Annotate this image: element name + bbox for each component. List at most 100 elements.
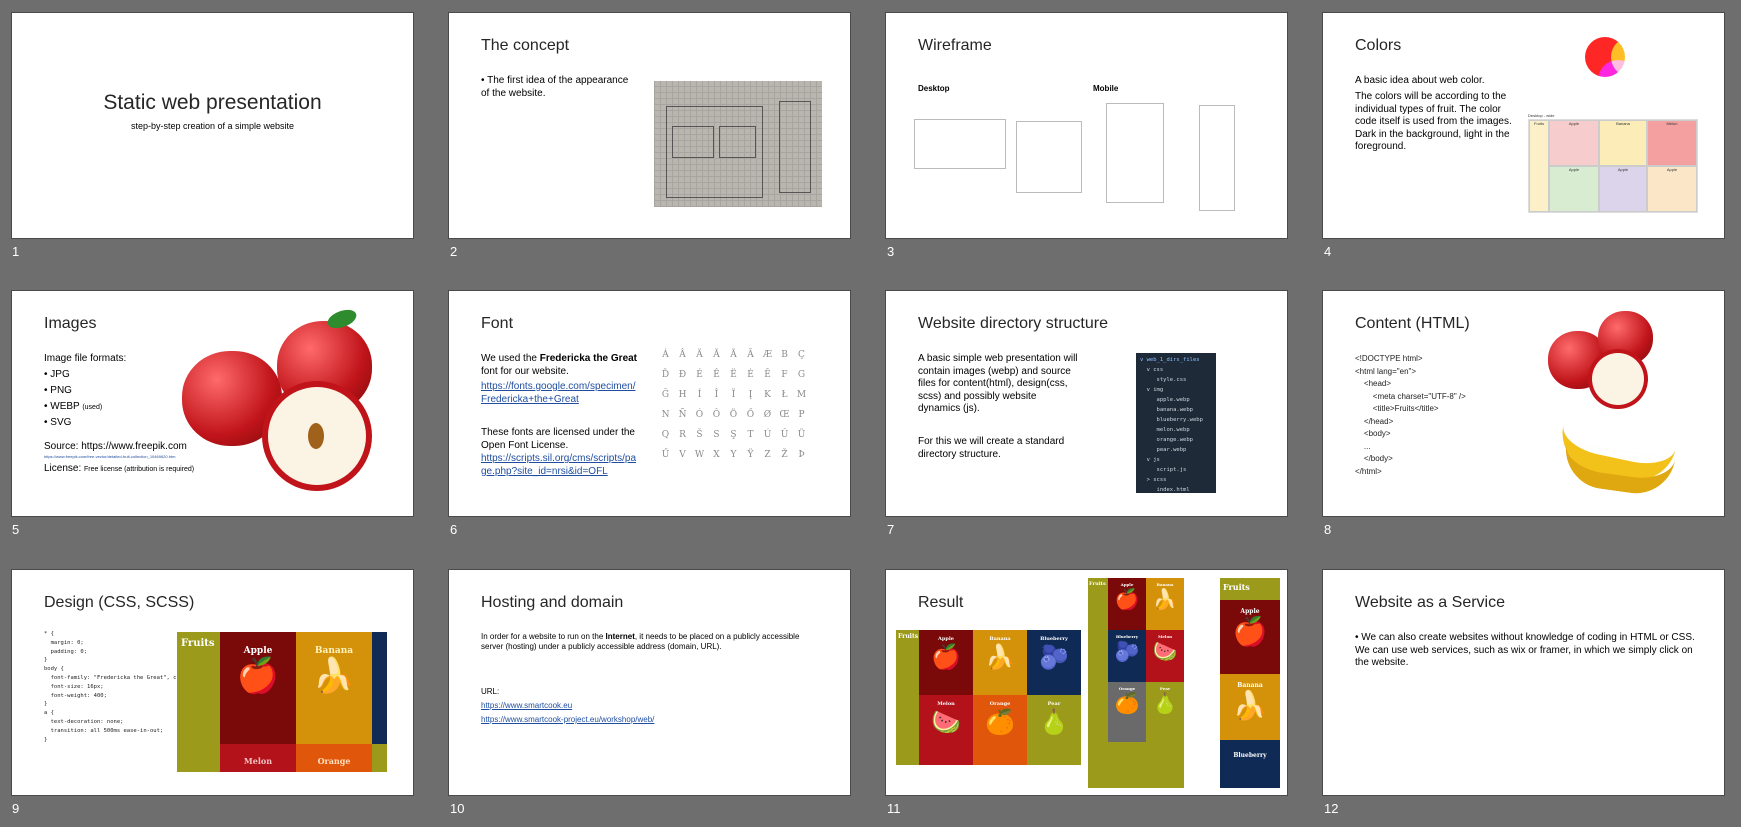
- tree-item: pear.webp: [1140, 447, 1187, 453]
- url-link-2[interactable]: https://www.smartcook-project.eu/worksho…: [481, 715, 654, 725]
- url-link-1[interactable]: https://www.smartcook.eu: [481, 701, 572, 711]
- mid-blueberry: Blueberry 🫐: [1108, 630, 1146, 682]
- narrow-blueberry: Blueberry: [1220, 740, 1280, 788]
- glyph-char: N: [661, 410, 670, 420]
- license-text: These fonts are licensed under the Open …: [481, 427, 635, 451]
- hosting-text-a: In order for a website to run on the: [481, 632, 606, 641]
- glyph-char: V: [679, 450, 686, 460]
- ofl-link[interactable]: https://scripts.sil.org/cms/scripts/page…: [481, 453, 641, 478]
- orange-icon: 🍊: [985, 707, 1015, 736]
- wide-blueberry: Blueberry 🫐: [1027, 630, 1081, 695]
- slide-1-thumbnail[interactable]: Static web presentation step-by-step cre…: [11, 12, 414, 239]
- slide-7-thumbnail[interactable]: Website directory structure A basic simp…: [885, 290, 1288, 517]
- slide-10-thumbnail[interactable]: Hosting and domain In order for a websit…: [448, 569, 851, 796]
- wide-orange: Orange 🍊: [973, 695, 1027, 765]
- license-value: Free license (attribution is required): [84, 466, 195, 473]
- glyph-char: T: [747, 430, 754, 440]
- glyph-char: Š: [696, 430, 703, 440]
- slide-title: Font: [481, 315, 514, 332]
- slide-bullet: • We can also create websites without kn…: [1355, 632, 1695, 668]
- font-text-c: font for our website.: [481, 365, 569, 377]
- directory-tree: v web_1_dirs_files v css style.css v img…: [1136, 353, 1216, 493]
- preview-fruits: Fruits: [177, 632, 220, 772]
- google-fonts-link[interactable]: https://fonts.google.com/specimen/Freder…: [481, 381, 641, 406]
- glyph-char: Ú: [763, 430, 772, 440]
- source-link[interactable]: https://www.freepik.com/free-vector/deta…: [44, 454, 204, 459]
- mid-orange: Orange 🍊: [1108, 682, 1146, 742]
- wireframe-desktop: [914, 119, 1006, 169]
- narrow-label-fruits: Fruits: [1223, 582, 1250, 592]
- wide-label-fruits: Fruits: [898, 633, 919, 640]
- result-narrow: Fruits Apple 🍎 Banana 🍌 Blueberry: [1220, 578, 1280, 788]
- format-jpg: • JPG: [44, 369, 70, 380]
- result-mid: Fruits Apple 🍎 Banana 🍌 Blueberry 🫐 Melon 🍉 …: [1088, 578, 1184, 788]
- slide-title: Website directory structure: [918, 315, 1108, 332]
- slide-title: The concept: [481, 37, 570, 54]
- design-preview: Fruits Apple 🍎 Banana 🍌 Melon Orange: [177, 632, 387, 772]
- slide-4-thumbnail[interactable]: Colors A basic idea about web color. The…: [1322, 12, 1725, 239]
- slide-number: 6: [450, 522, 458, 537]
- font-name: Fredericka the Great: [539, 353, 638, 364]
- glyph-char: Q: [661, 430, 670, 440]
- slide-number: 9: [12, 801, 20, 816]
- glyph-char: Ł: [781, 390, 788, 400]
- font-paragraph: We used the Fredericka the Great font fo…: [481, 353, 646, 378]
- glyph-char: Ô: [712, 410, 721, 420]
- slide-number: 12: [1324, 801, 1339, 816]
- banana-icon: 🍌: [1232, 689, 1268, 722]
- blueberry-icon: 🫐: [1039, 642, 1069, 671]
- slide-3-thumbnail[interactable]: Wireframe Desktop Mobile: [885, 12, 1288, 239]
- apple-image: [182, 306, 392, 511]
- glyph-char: Ē: [764, 370, 771, 380]
- glyph-char: Ā: [747, 350, 754, 360]
- tree-item: script.js: [1140, 467, 1187, 473]
- glyph-char: F: [781, 370, 788, 380]
- glyph-char: Ű: [661, 450, 670, 460]
- slide-8-thumbnail[interactable]: Content (HTML) <!DOCTYPE html> <html lan…: [1322, 290, 1725, 517]
- slide-9-thumbnail[interactable]: Design (CSS, SCSS) * { margin: 0; paddin…: [11, 569, 414, 796]
- preview-melon: Melon: [220, 744, 296, 772]
- slide-number: 10: [450, 801, 465, 816]
- glyph-char: G: [797, 370, 806, 380]
- slide-title: Static web presentation: [103, 91, 322, 114]
- format-webp-row: • WEBP (used): [44, 401, 102, 414]
- slide-number: 1: [12, 244, 20, 259]
- preview-banana: Banana 🍌: [296, 632, 372, 744]
- label-melon: Melon: [243, 756, 273, 766]
- preview-apple: Apple 🍎: [220, 632, 296, 744]
- slide-5-thumbnail[interactable]: Images Image file formats: • JPG • PNG •…: [11, 290, 414, 517]
- format-svg: • SVG: [44, 417, 72, 428]
- slide-number: 11: [887, 801, 901, 816]
- slide-6-thumbnail[interactable]: Font We used the Fredericka the Great fo…: [448, 290, 851, 517]
- wide-fruits: Fruits: [896, 630, 919, 765]
- slide-number: 4: [1324, 244, 1332, 259]
- glyph-char: Í: [697, 390, 702, 400]
- tree-item: index.html: [1140, 487, 1190, 493]
- wireframe-mobile-2: [1199, 105, 1235, 211]
- mobile-label: Mobile: [1093, 84, 1119, 93]
- grid-apple-3: Apple: [1599, 166, 1647, 212]
- glyph-char: Ï: [731, 390, 736, 400]
- melon-icon: 🍉: [931, 707, 961, 736]
- narrow-label-apple: Apple: [1240, 608, 1260, 615]
- narrow-label-banana: Banana: [1237, 682, 1263, 689]
- slide-12-thumbnail[interactable]: Website as a Service • We can also creat…: [1322, 569, 1725, 796]
- slide-number: 5: [12, 522, 20, 537]
- formats-label: Image file formats:: [44, 353, 127, 364]
- wireframe-tablet: [1016, 121, 1082, 193]
- preview-blue: [372, 632, 387, 744]
- slide-2-thumbnail[interactable]: The concept • The first idea of the appe…: [448, 12, 851, 239]
- slide-number: 7: [887, 522, 895, 537]
- banana-icon: 🍌: [985, 642, 1015, 671]
- apple-icon: 🍎: [1114, 587, 1140, 611]
- hosting-paragraph: In order for a website to run on the Int…: [481, 632, 811, 652]
- mid-fruits: Fruits: [1088, 578, 1108, 788]
- apple-icon: 🍎: [1232, 615, 1268, 648]
- pear-icon: 🍐: [1039, 707, 1069, 736]
- slide-11-thumbnail[interactable]: Result Fruits Apple 🍎 Banana 🍌 Blueberry 🫐 …: [885, 569, 1288, 796]
- glyph-char: Z: [764, 450, 771, 460]
- result-wide: Fruits Apple 🍎 Banana 🍌 Blueberry 🫐 Melon 🍉 …: [896, 630, 1081, 765]
- preview-olive: [372, 744, 387, 772]
- grid-apple: Apple: [1549, 120, 1599, 166]
- glyph-char: Â: [679, 350, 686, 360]
